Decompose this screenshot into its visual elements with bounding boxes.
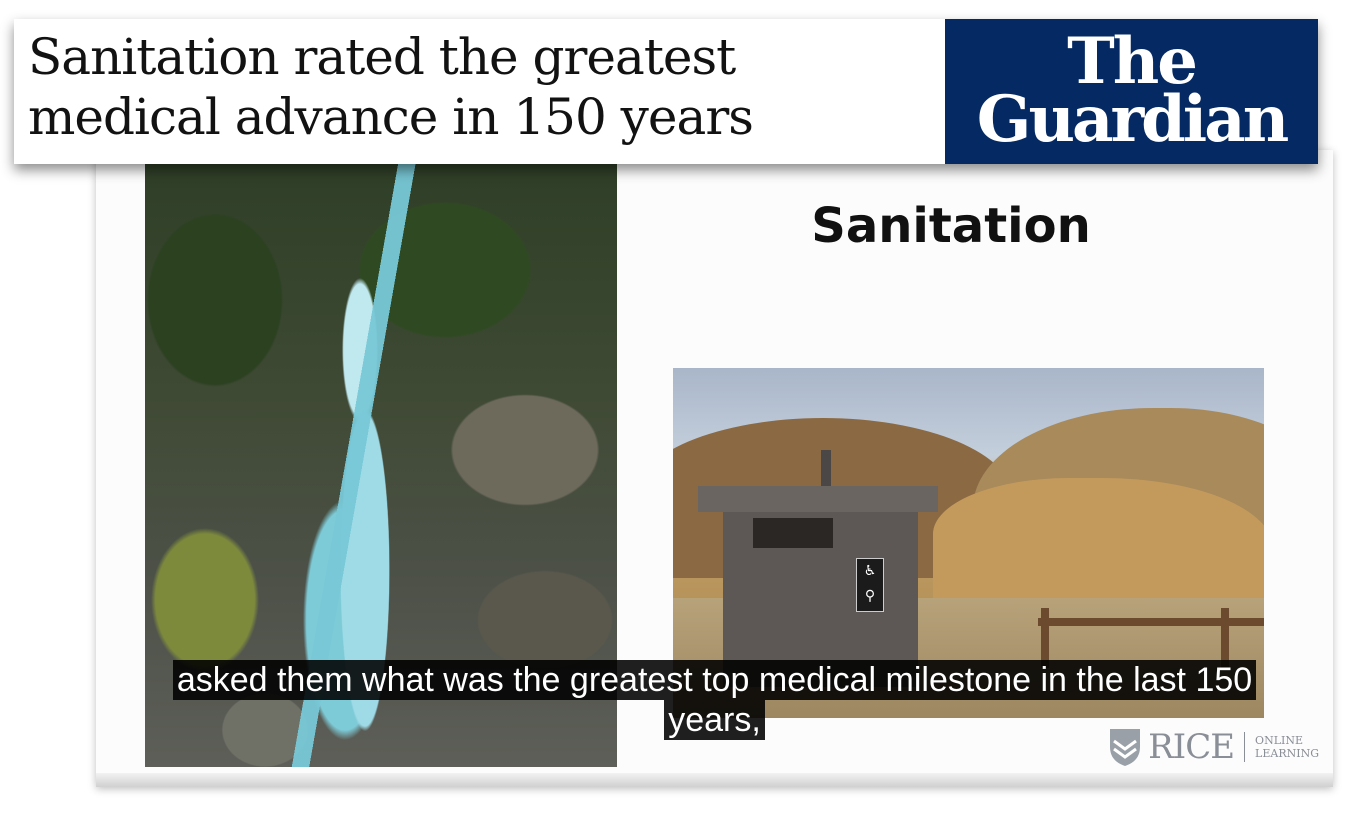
outhouse-roof: [698, 486, 938, 512]
restroom-icon: ⚲: [864, 588, 876, 604]
caption-line-2: years,: [664, 700, 765, 740]
slide-bottom-bar: [96, 773, 1333, 787]
headline: Sanitation rated the greatest medical ad…: [28, 28, 754, 146]
fence-rail: [1038, 618, 1264, 626]
guardian-logo: The Guardian: [945, 19, 1318, 164]
rock-formation: [933, 478, 1264, 618]
outhouse-window: [753, 518, 833, 548]
fence-post: [1221, 608, 1229, 668]
restroom-sign: ♿ ⚲: [856, 558, 884, 612]
vent-pipe: [821, 450, 831, 488]
fence-post: [1041, 608, 1049, 668]
logo-subtitle-line2: LEARNING: [1255, 747, 1319, 760]
logo-line2: Guardian: [976, 82, 1289, 157]
accessible-icon: ♿: [863, 563, 877, 579]
video-captions: asked them what was the greatest top med…: [96, 660, 1333, 740]
caption-line-1: asked them what was the greatest top med…: [172, 660, 1257, 700]
guardian-headline-banner: Sanitation rated the greatest medical ad…: [14, 19, 1318, 164]
slide-title: Sanitation: [811, 198, 1091, 254]
